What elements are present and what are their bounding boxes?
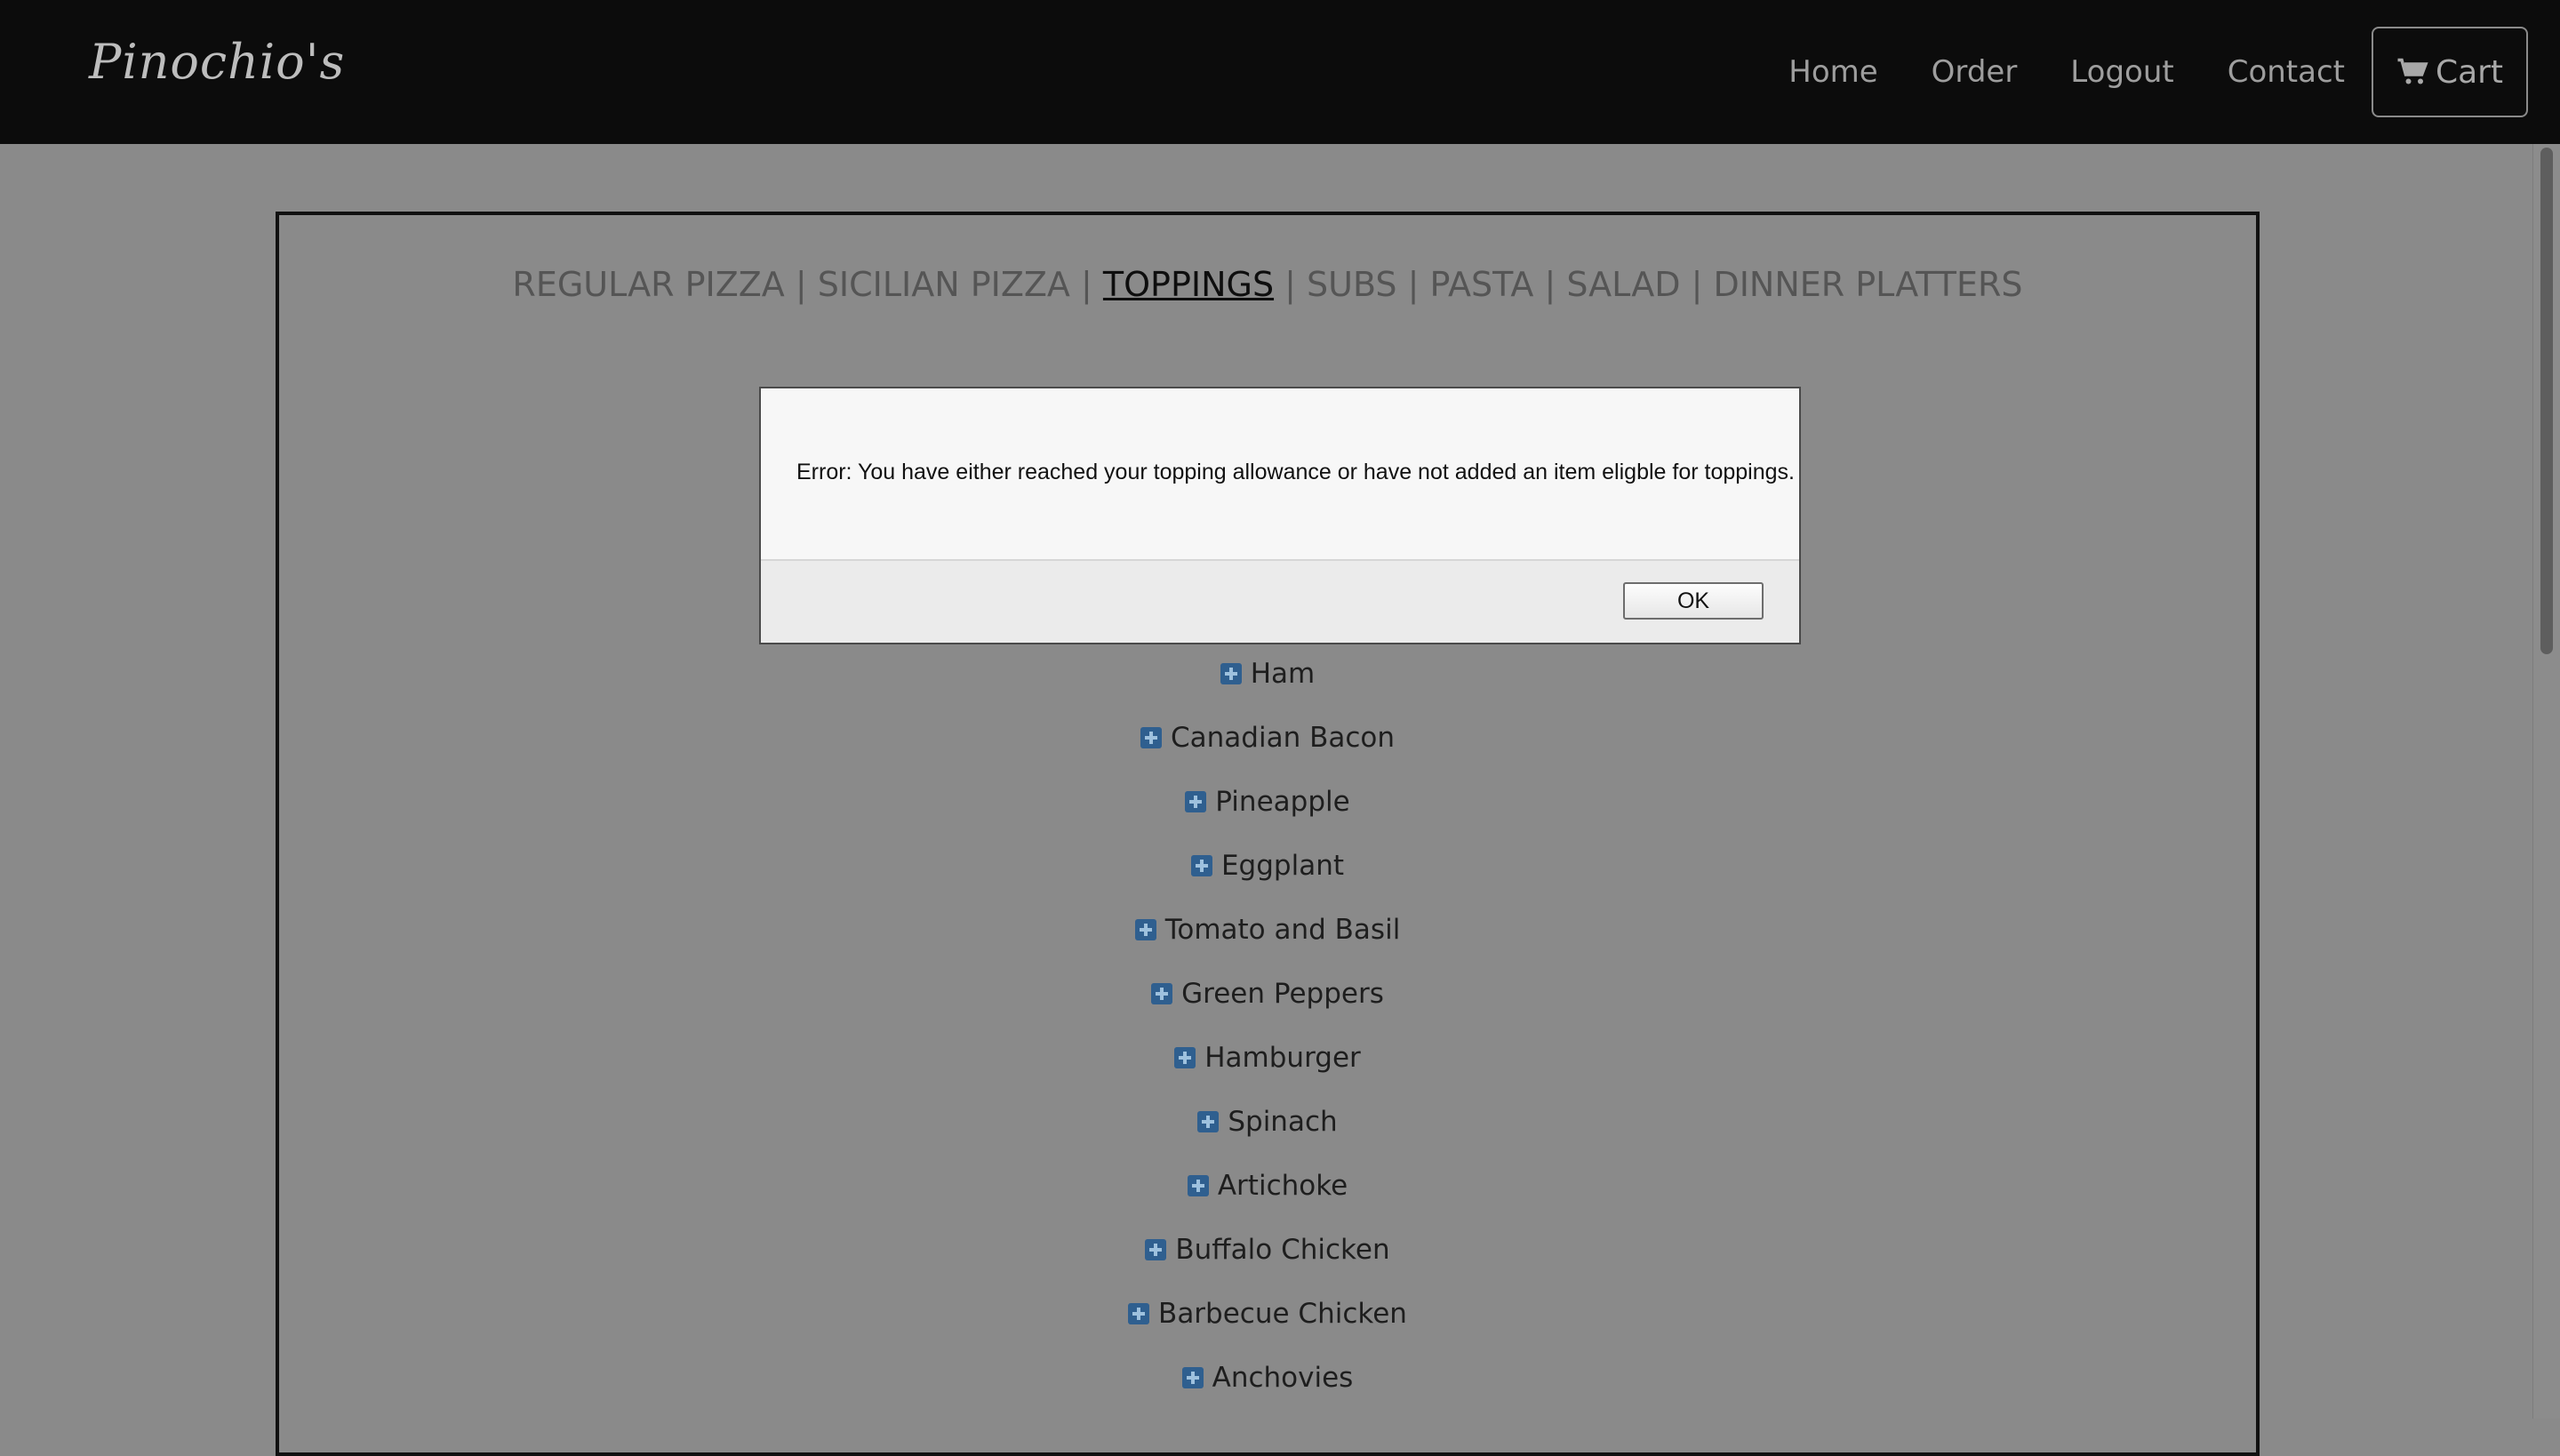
topping-item[interactable]: Tomato and Basil (279, 898, 2256, 962)
cart-button[interactable]: Cart (2372, 27, 2528, 117)
category-nav: REGULAR PIZZA | SICILIAN PIZZA | TOPPING… (279, 265, 2256, 304)
category-separator: | (1407, 265, 1430, 304)
topping-item[interactable]: Anchovies (279, 1346, 2256, 1410)
plus-square-icon[interactable] (1197, 1111, 1220, 1132)
plus-square-icon[interactable] (1151, 983, 1173, 1004)
category-salad[interactable]: SALAD (1566, 265, 1680, 304)
category-separator: | (795, 265, 818, 304)
topping-item[interactable]: Barbecue Chicken (279, 1282, 2256, 1346)
nav-home-link[interactable]: Home (1788, 54, 1877, 90)
category-toppings[interactable]: TOPPINGS (1103, 265, 1274, 304)
topping-item[interactable]: Green Peppers (279, 962, 2256, 1026)
plus-square-icon[interactable] (1174, 1047, 1196, 1068)
topping-item[interactable]: Canadian Bacon (279, 706, 2256, 770)
cart-icon (2397, 58, 2428, 84)
ok-button[interactable]: OK (1623, 582, 1764, 620)
dialog-message: Error: You have either reached your topp… (796, 460, 1795, 484)
top-navbar: Pinochio's Home Order Logout Contact Car… (0, 0, 2560, 144)
plus-square-icon[interactable] (1140, 727, 1162, 748)
topping-item[interactable]: Ham (279, 642, 2256, 706)
plus-square-icon[interactable] (1134, 919, 1156, 940)
cart-label: Cart (2435, 53, 2504, 91)
scrollbar-thumb[interactable] (2540, 148, 2553, 654)
nav-order-link[interactable]: Order (1932, 54, 2018, 90)
topping-label: Ham (1250, 658, 1316, 690)
topping-item[interactable]: Eggplant (279, 834, 2256, 898)
dialog-body: Error: You have either reached your topp… (761, 388, 1799, 559)
category-sicilian-pizza[interactable]: SICILIAN PIZZA (818, 265, 1070, 304)
topping-item[interactable]: Hamburger (279, 1026, 2256, 1090)
nav-logout-link[interactable]: Logout (2070, 54, 2173, 90)
topping-label: Hamburger (1204, 1042, 1361, 1074)
topping-item[interactable]: Pineapple (279, 770, 2256, 834)
nav-links: Home Order Logout Contact Cart (1788, 0, 2560, 144)
plus-square-icon[interactable] (1220, 663, 1242, 684)
topping-label: Canadian Bacon (1171, 722, 1395, 754)
topping-list: Ham Canadian Bacon Pineapple Eggplant To… (279, 642, 2256, 1410)
error-alert-dialog: Error: You have either reached your topp… (759, 387, 1801, 644)
plus-square-icon[interactable] (1190, 855, 1212, 876)
plus-square-icon[interactable] (1128, 1303, 1150, 1324)
nav-contact-link[interactable]: Contact (2228, 54, 2345, 90)
page-scrollbar[interactable] (2532, 144, 2560, 1419)
plus-square-icon[interactable] (1145, 1239, 1167, 1260)
topping-item[interactable]: Spinach (279, 1090, 2256, 1154)
category-pasta[interactable]: PASTA (1430, 265, 1534, 304)
category-separator: | (1544, 265, 1567, 304)
category-regular-pizza[interactable]: REGULAR PIZZA (512, 265, 784, 304)
plus-square-icon[interactable] (1185, 791, 1207, 812)
topping-label: Green Peppers (1181, 978, 1384, 1010)
category-separator: | (1081, 265, 1103, 304)
topping-label: Spinach (1228, 1106, 1338, 1138)
plus-square-icon[interactable] (1181, 1367, 1204, 1388)
topping-label: Eggplant (1220, 850, 1345, 882)
dialog-footer: OK (761, 559, 1799, 643)
topping-item[interactable]: Artichoke (279, 1154, 2256, 1218)
topping-label: Tomato and Basil (1164, 914, 1401, 946)
topping-label: Barbecue Chicken (1158, 1298, 1407, 1330)
category-separator: | (1284, 265, 1308, 304)
topping-label: Pineapple (1215, 786, 1350, 818)
topping-label: Artichoke (1217, 1170, 1348, 1202)
topping-item[interactable]: Buffalo Chicken (279, 1218, 2256, 1282)
topping-label: Anchovies (1212, 1362, 1354, 1394)
brand-logo[interactable]: Pinochio's (89, 34, 345, 90)
category-subs[interactable]: SUBS (1307, 265, 1396, 304)
category-dinner-platters[interactable]: DINNER PLATTERS (1713, 265, 2022, 304)
plus-square-icon[interactable] (1187, 1175, 1209, 1196)
category-separator: | (1691, 265, 1714, 304)
topping-label: Buffalo Chicken (1175, 1234, 1390, 1266)
